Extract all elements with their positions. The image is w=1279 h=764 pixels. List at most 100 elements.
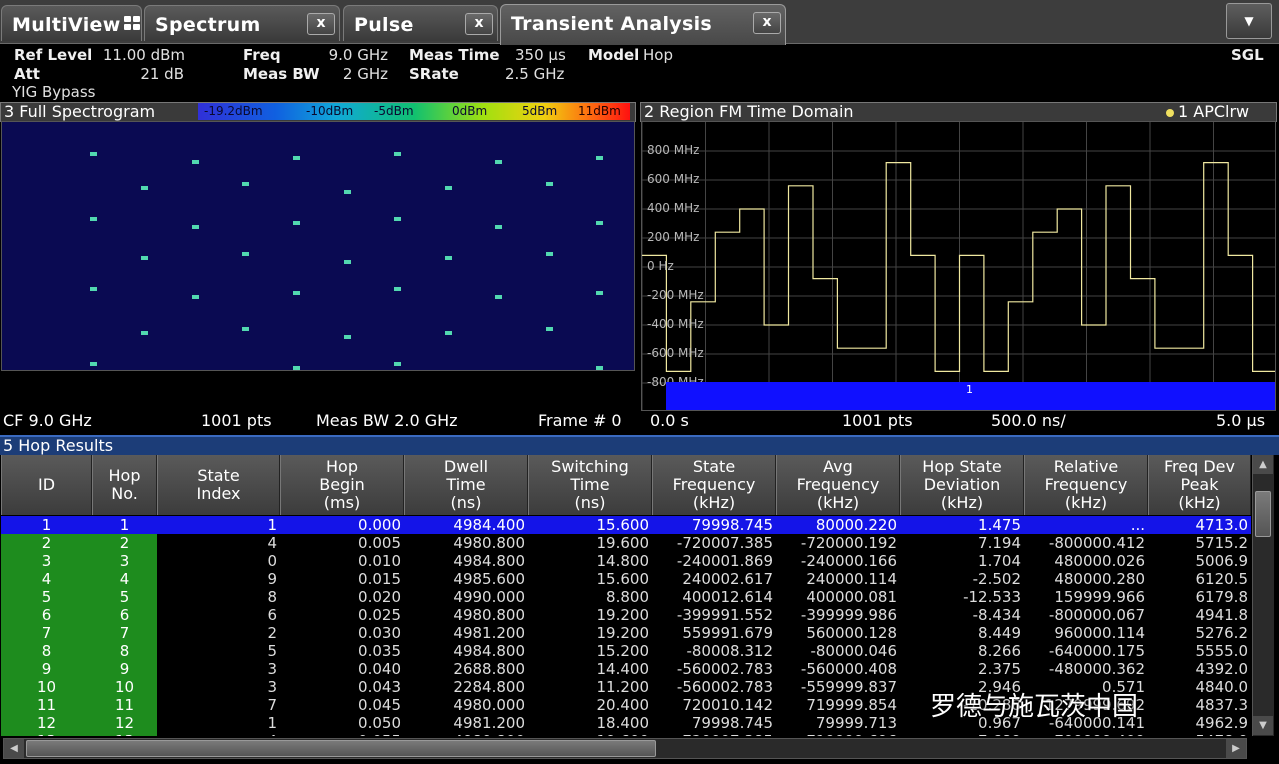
table-cell: 79998.745 [691,516,773,534]
horizontal-scroll-thumb[interactable] [26,740,656,757]
table-cell: -560000.408 [800,660,897,678]
table-cell: 4713.0 [1195,516,1249,534]
table-cell: 6 [267,606,277,624]
hop-region-bar[interactable]: 1 [666,382,1275,410]
fm-y-tick-label: 400 MHz [647,201,700,215]
table-cell: 240002.617 [682,570,773,588]
table-cell: 240000.114 [806,570,897,588]
table-cell: 1 [119,516,130,534]
fm-y-tick-label: 200 MHz [647,230,700,244]
table-row[interactable]: 9 9 3 0.040 2688.800 14.400 -560002.783 -560000… [1,660,1251,678]
table-cell: 8.266 [978,642,1021,660]
table-row[interactable]: 1 1 1 0.000 4984.400 15.600 79998.745 80000.220… [1,516,1251,534]
table-cell: 0.055 [280,732,404,736]
scroll-left-icon[interactable]: ◀ [4,739,24,758]
table-cell: 7 [1,624,92,642]
table-cell: 9 [1,660,92,678]
table-cell: 12 [92,714,157,732]
column-header-text: Deviation [923,475,1001,494]
table-cell: 5478.9 [1148,732,1251,736]
table-cell: 12 [1,714,92,732]
colorbar-label: 11dBm [578,104,621,118]
column-header[interactable]: State Frequency (kHz) [652,455,776,515]
table-row[interactable]: 131340.0554980.80019.600-720007.385-7199… [1,732,1251,736]
table-row[interactable]: 2 2 4 0.005 4980.800 19.600 -720007.385 -720000… [1,534,1251,552]
column-header-text: Avg [823,457,853,476]
scroll-right-icon[interactable]: ▶ [1226,739,1246,758]
table-cell: -799999.409 [1024,732,1148,736]
spectrogram-plot[interactable] [1,121,635,371]
table-row[interactable]: 6 6 6 0.025 4980.800 19.200 -399991.552 -399999… [1,606,1251,624]
model-label: Model [588,46,640,64]
vertical-scrollbar[interactable]: ▲ ▼ [1252,455,1274,736]
att-label: Att [14,65,40,83]
column-header[interactable]: State Index [157,455,280,515]
vertical-scroll-thumb[interactable] [1255,491,1271,537]
tab-multiview[interactable]: MultiView [1,5,142,41]
column-header[interactable]: Switching Time (ns) [528,455,652,515]
spectrogram-dot [293,156,300,160]
table-cell: 1.704 [978,552,1021,570]
table-cell: 15.600 [596,570,650,588]
table-cell: 719999.854 [806,696,897,714]
column-header-text: (kHz) [816,493,860,512]
table-cell: -8.434 [972,606,1021,624]
scroll-up-icon[interactable]: ▲ [1253,455,1273,474]
column-header[interactable]: ID [1,455,92,515]
table-cell: 8.800 [606,588,649,606]
table-row[interactable]: 3 3 0 0.010 4984.800 14.800 -240001.869 -240000… [1,552,1251,570]
table-cell: 14.400 [596,660,650,678]
spectrogram-dot [495,225,502,229]
table-cell: 6120.5 [1195,570,1249,588]
table-cell: 4990.000 [453,588,525,606]
fm-stop: 5.0 µs [1216,411,1266,430]
tab-transient-analysis[interactable]: Transient Analysis x [500,4,786,45]
close-icon[interactable]: x [307,13,335,35]
table-cell: 4985.600 [453,570,525,588]
table-row[interactable]: 4 4 9 0.015 4985.600 15.600 240002.617 240000.1… [1,570,1251,588]
column-header-text: (kHz) [1064,493,1108,512]
table-cell: 19.600 [596,534,650,552]
close-icon[interactable]: x [465,13,493,35]
yig-bypass: YIG Bypass [12,83,96,101]
table-cell: 9 [92,660,157,678]
chevron-down-icon[interactable]: ▼ [1226,3,1272,39]
table-cell: 5 [267,642,277,660]
column-header[interactable]: Hop State Deviation (kHz) [900,455,1024,515]
table-row[interactable]: 5 5 8 0.020 4990.000 8.800 400012.614 400000.08… [1,588,1251,606]
colorbar-label: -19.2dBm [204,104,263,118]
column-header[interactable]: Avg Frequency (kHz) [776,455,900,515]
column-header-text: Frequency [1044,475,1128,494]
table-cell: 3 [92,552,157,570]
spectrogram-dot [546,252,553,256]
table-row[interactable]: 8 8 5 0.035 4984.800 15.200 -80008.312 -80000.0… [1,642,1251,660]
tab-pulse[interactable]: Pulse x [343,5,498,41]
column-header[interactable]: Relative Frequency (kHz) [1024,455,1148,515]
table-cell: 4 [92,570,157,588]
table-cell: 6 [1,606,92,624]
table-cell: 4840.0 [1195,678,1249,696]
fm-y-tick-label: -400 MHz [647,317,704,331]
column-header-text: (kHz) [940,493,984,512]
table-cell: 15.600 [596,516,650,534]
table-cell: 1.475 [978,516,1021,534]
table-cell: 6 [92,606,157,624]
settings-bar: Ref Level 11.00 dBm Att 21 dB YIG Bypass… [0,44,1279,102]
table-cell: -640000.175 [1048,642,1145,660]
scroll-down-icon[interactable]: ▼ [1253,716,1273,735]
fm-plot[interactable]: 800 MHz 600 MHz 400 MHz 200 MHz 0 Hz -200 MHz… [641,121,1276,411]
table-cell: 80000.220 [815,516,897,534]
fm-header[interactable]: 2 Region FM Time Domain 1 APClrw [640,102,1277,122]
column-header[interactable]: Hop No. [92,455,157,515]
column-header[interactable]: Dwell Time (ns) [404,455,528,515]
spectrogram-dot [192,370,199,371]
hop-results-header[interactable]: 5 Hop Results [0,435,1279,455]
tab-spectrum[interactable]: Spectrum x [144,5,340,41]
column-header[interactable]: Freq Dev Peak (kHz) [1148,455,1251,515]
fm-div: 500.0 ns/ [991,411,1066,430]
horizontal-scrollbar[interactable]: ◀ ▶ [3,738,1247,759]
table-row[interactable]: 7 7 2 0.030 4981.200 19.200 559991.679 560000.1… [1,624,1251,642]
column-header-text: Frequency [796,475,880,494]
close-icon[interactable]: x [753,12,781,34]
column-header[interactable]: Hop Begin (ms) [280,455,404,515]
